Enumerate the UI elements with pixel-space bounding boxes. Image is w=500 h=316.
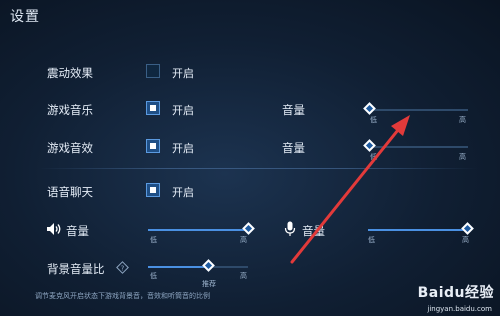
baidu-watermark-url: jingyan.baidu.com xyxy=(427,305,492,313)
baidu-watermark-logo: Baidu经验 xyxy=(417,285,494,301)
annotation-arrow xyxy=(290,115,410,264)
